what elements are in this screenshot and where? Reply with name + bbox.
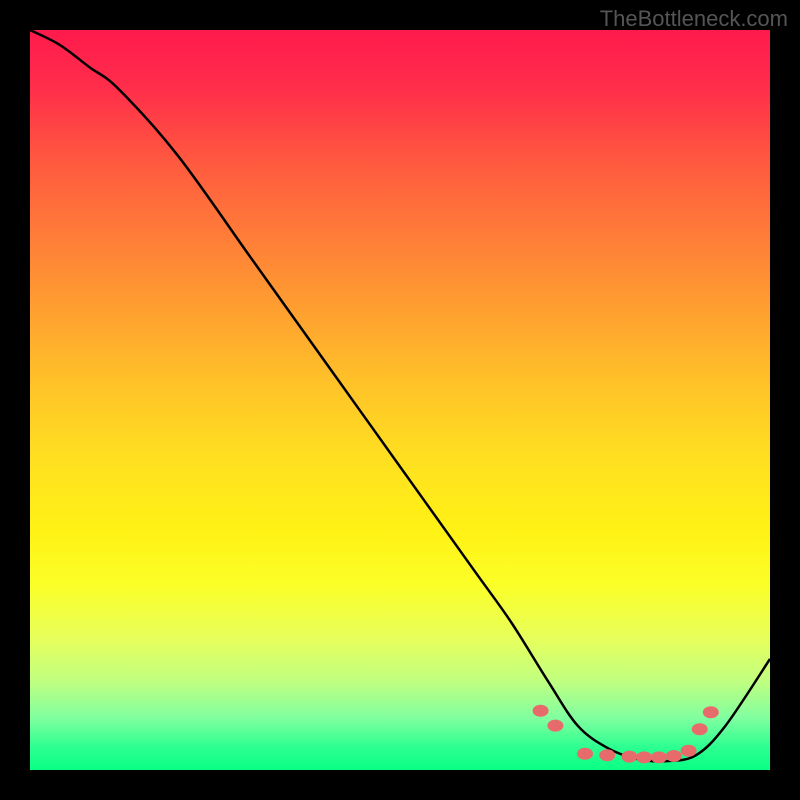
chart-svg (30, 30, 770, 770)
chart-curve (30, 30, 770, 761)
chart-marker-dot (636, 751, 652, 763)
chart-plot-area (30, 30, 770, 770)
chart-markers (533, 705, 719, 764)
watermark-text: TheBottleneck.com (600, 6, 788, 32)
chart-marker-dot (703, 706, 719, 718)
chart-marker-dot (547, 720, 563, 732)
chart-marker-dot (692, 723, 708, 735)
chart-marker-dot (533, 705, 549, 717)
chart-marker-dot (621, 751, 637, 763)
chart-marker-dot (577, 748, 593, 760)
chart-marker-dot (599, 749, 615, 761)
chart-marker-dot (651, 751, 667, 763)
chart-marker-dot (681, 745, 697, 757)
chart-marker-dot (666, 750, 682, 762)
